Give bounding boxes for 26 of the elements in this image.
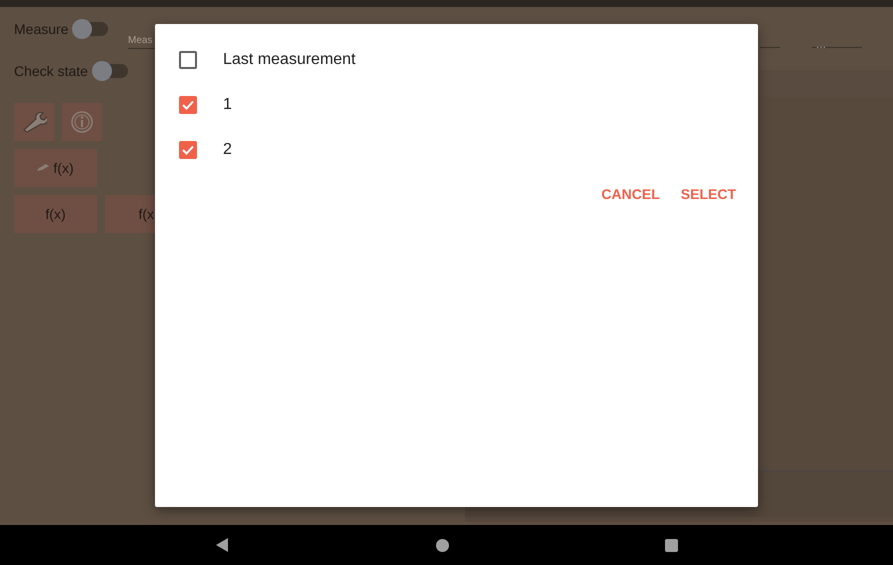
recents-icon[interactable] xyxy=(664,538,678,552)
ellipsis-text: ... xyxy=(816,37,826,51)
option-label[interactable]: 2 xyxy=(223,138,232,162)
cancel-button[interactable]: CANCEL xyxy=(601,180,660,209)
toggle-label: Check state xyxy=(14,62,88,81)
checkbox[interactable] xyxy=(179,50,197,68)
checkbox[interactable] xyxy=(179,96,197,114)
check-icon xyxy=(182,100,194,110)
toggle-switch[interactable] xyxy=(72,22,108,36)
wrench-button[interactable] xyxy=(14,103,54,141)
info-icon xyxy=(71,111,93,133)
info-button[interactable] xyxy=(62,103,102,141)
option-label[interactable]: Last measurement xyxy=(223,48,356,72)
toggle-switch[interactable] xyxy=(92,64,128,78)
back-icon[interactable] xyxy=(216,538,228,552)
home-icon[interactable] xyxy=(436,538,448,552)
formula-button[interactable]: f(x xyxy=(105,195,156,233)
formula-button[interactable]: f(x) xyxy=(14,195,97,233)
edit-formula-button[interactable]: f(x) xyxy=(14,149,97,187)
option-label[interactable]: 1 xyxy=(223,92,232,116)
pencil-icon xyxy=(37,164,50,172)
wrench-icon xyxy=(21,111,47,133)
select-button[interactable]: SELECT xyxy=(680,180,736,209)
checkbox[interactable] xyxy=(179,140,197,158)
check-icon xyxy=(182,144,194,154)
toggle-label: Measure xyxy=(14,20,68,39)
